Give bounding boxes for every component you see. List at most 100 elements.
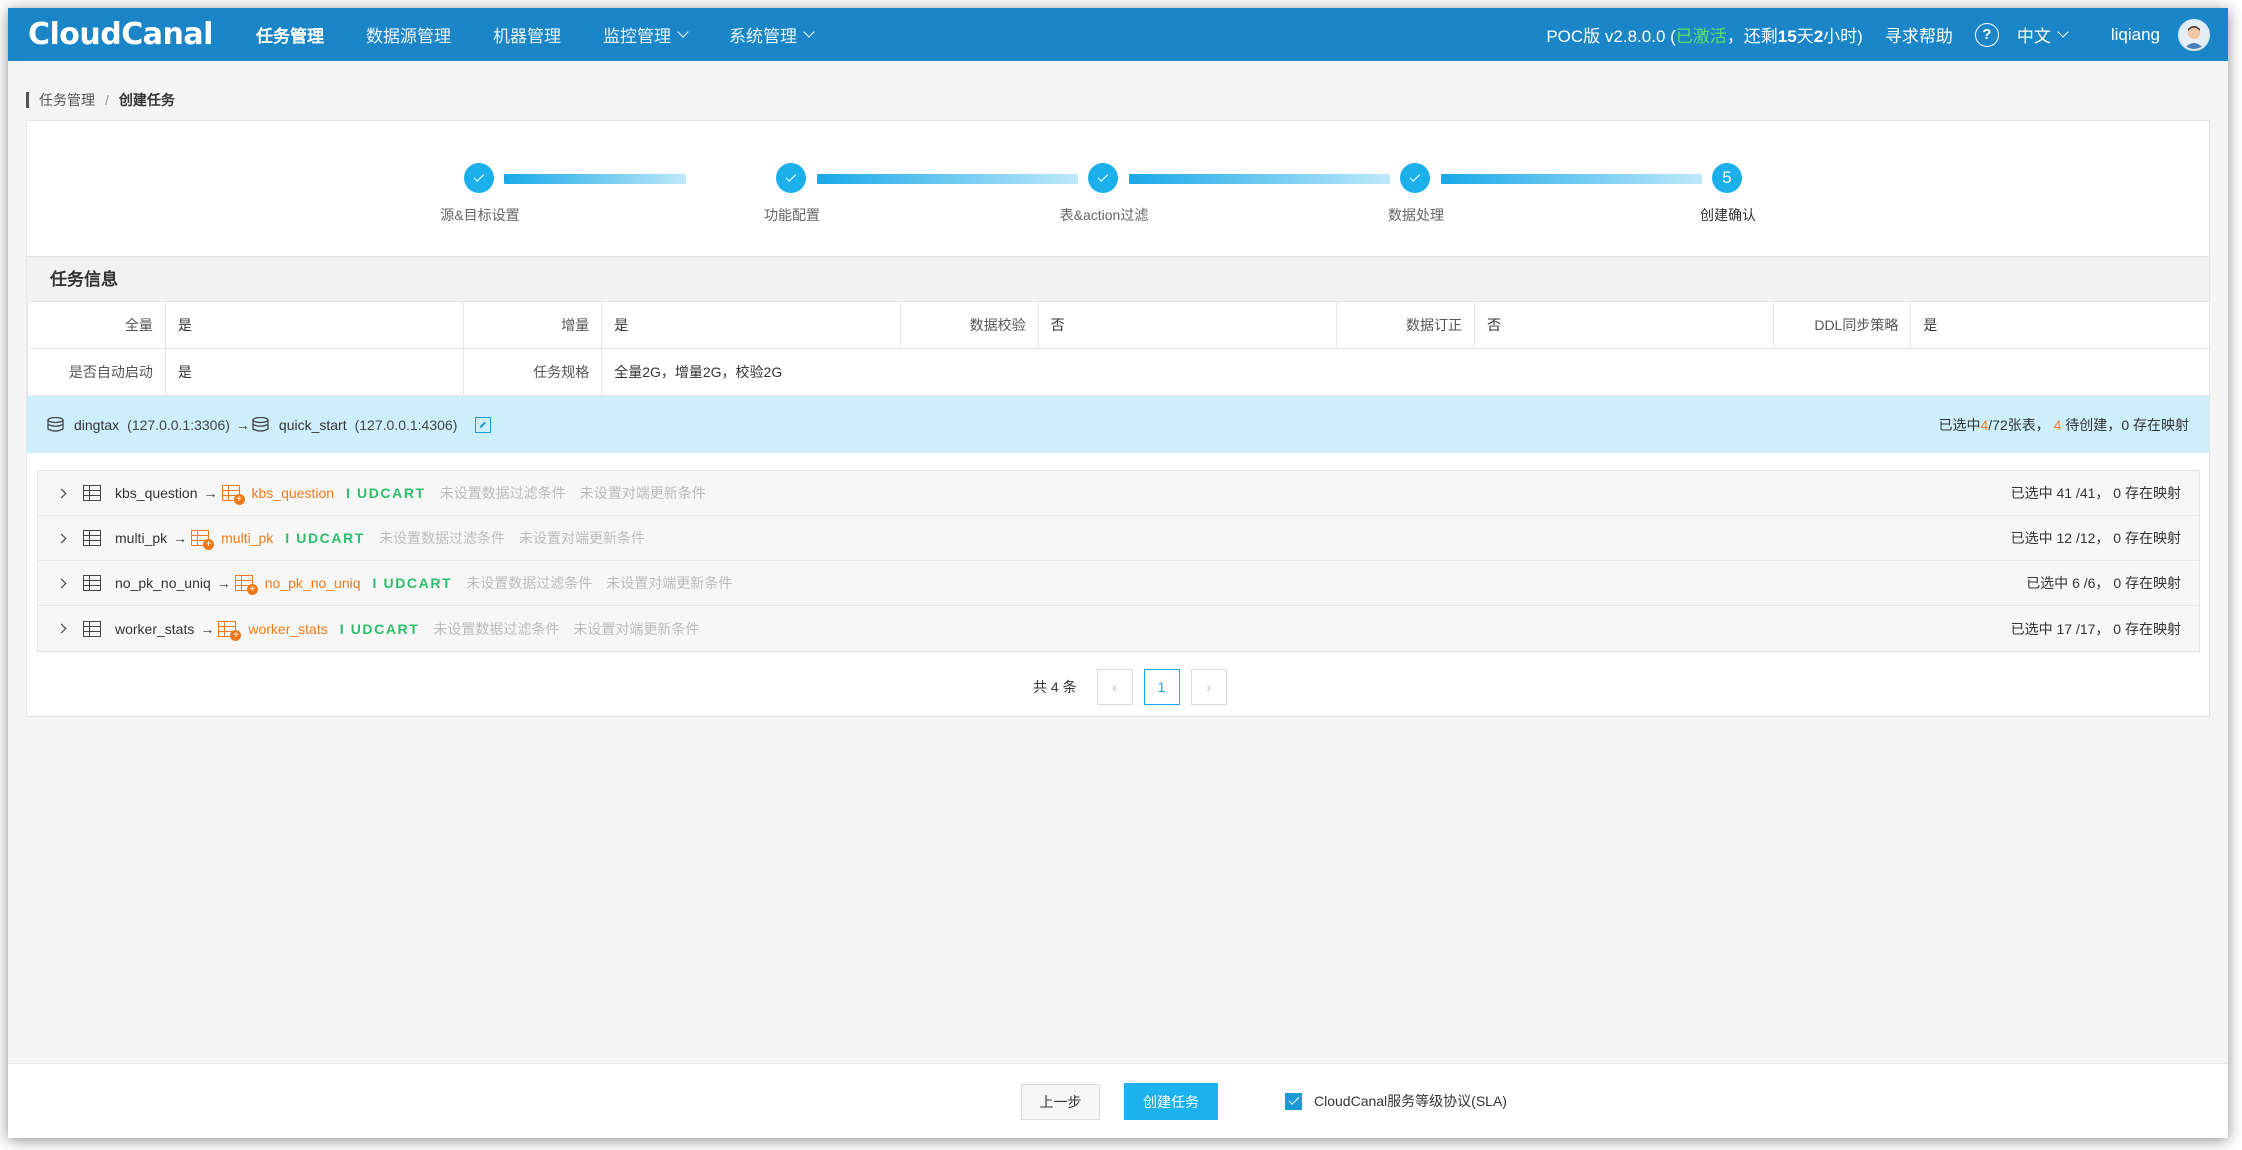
info-key-revise: 数据订正	[1336, 301, 1475, 349]
remaining-hours-unit: 小时)	[1823, 27, 1863, 46]
info-key-spec: 任务规格	[463, 348, 603, 396]
column-selection-stat: 已选中 41 /41， 0 存在映射	[2010, 485, 2181, 501]
summary-pending-text: 待创建，	[2061, 416, 2122, 433]
database-icon	[47, 417, 64, 432]
task-info-table: 全量 是 增量 是 数据校验 否 数据订正 否 DDL同步策略 是 是否自动启动…	[27, 301, 2210, 396]
question-icon[interactable]: ?	[1974, 22, 1999, 47]
filter-condition-link[interactable]: 未设置数据过滤条件	[466, 573, 592, 593]
filter-condition-link[interactable]: 未设置数据过滤条件	[433, 619, 559, 639]
step-3-label: 表&action过滤	[1059, 207, 1149, 223]
target-table-name[interactable]: kbs_question	[252, 485, 335, 501]
mapping-arrow: →	[173, 530, 188, 546]
column-selection-stat: 已选中 17 /17， 0 存在映射	[2010, 620, 2181, 637]
create-task-button[interactable]: 创建任务	[1124, 1083, 1218, 1120]
nav-system-label: 系统管理	[729, 27, 797, 46]
check-icon	[1097, 171, 1109, 182]
table-list: kbs_question → kbs_question I UDCART 未设置…	[37, 470, 2200, 652]
footer-bar: 上一步 创建任务 CloudCanal服务等级协议(SLA)	[8, 1063, 2228, 1138]
update-condition-link[interactable]: 未设置对端更新条件	[580, 483, 706, 503]
step-1-label: 源&目标设置	[440, 207, 520, 223]
info-key-incremental: 增量	[463, 301, 603, 349]
step-3-circle	[1088, 163, 1118, 193]
breadcrumb-separator: /	[105, 92, 109, 108]
sla-checkbox[interactable]	[1285, 1092, 1302, 1110]
info-key-ddl: DDL同步策略	[1772, 301, 1912, 349]
target-table-name[interactable]: multi_pk	[221, 530, 273, 546]
info-value-incremental: 是	[601, 301, 901, 349]
action-flags[interactable]: I UDCART	[373, 575, 453, 591]
version-remaining-label: ，还剩	[1726, 27, 1778, 46]
info-value-revise: 否	[1473, 301, 1774, 349]
expand-chevron-icon[interactable]	[56, 488, 67, 498]
summary-prefix: 已选中	[1938, 416, 1981, 433]
user-avatar-icon	[2184, 25, 2204, 49]
action-flags[interactable]: I UDCART	[340, 621, 420, 637]
summary-mapped: 0 存在映射	[2121, 416, 2189, 433]
cloudcanal-logo[interactable]: CloudCanal	[28, 17, 235, 52]
task-info-row: 是否自动启动 是 任务规格 全量2G，增量2G，校验2G	[27, 348, 2210, 396]
update-condition-link[interactable]: 未设置对端更新条件	[519, 528, 645, 548]
prev-page-button[interactable]: ‹	[1096, 669, 1133, 705]
column-selection-stat: 已选中 6 /6， 0 存在映射	[2026, 575, 2181, 591]
target-db-addr: (127.0.0.1:4306)	[354, 416, 458, 433]
step-5-circle: 5	[1712, 163, 1742, 193]
page-1-button[interactable]: 1	[1143, 669, 1180, 705]
sla-label[interactable]: CloudCanal服务等级协议(SLA)	[1314, 1091, 1507, 1111]
expand-chevron-icon[interactable]	[56, 578, 67, 588]
info-value-verify: 否	[1037, 301, 1338, 349]
step-5-label: 创建确认	[1700, 207, 1756, 223]
previous-step-button[interactable]: 上一步	[1021, 1084, 1100, 1120]
target-table-name[interactable]: worker_stats	[248, 621, 327, 637]
create-task-card: 5 源&目标设置 功能配置 表&action过滤 数据处理 创建确认 任务信息 …	[26, 120, 2210, 717]
nav-system-management[interactable]: 系统管理	[708, 8, 834, 61]
update-condition-link[interactable]: 未设置对端更新条件	[606, 573, 732, 593]
pagination: 共 4 条 ‹ 1 ›	[1033, 669, 1227, 705]
table-row: worker_stats → worker_stats I UDCART 未设置…	[38, 606, 2199, 651]
step-2-circle	[776, 163, 806, 193]
next-page-button[interactable]: ›	[1190, 669, 1227, 705]
username[interactable]: liqiang	[2111, 25, 2160, 45]
app-window: CloudCanal 任务管理 数据源管理 机器管理 监控管理 系统管理 POC…	[8, 8, 2228, 1138]
source-table-name: worker_stats	[115, 620, 195, 637]
breadcrumb-current: 创建任务	[118, 92, 175, 108]
version-info: POC版 v2.8.0.0 (已激活，还剩15天2小时)	[1546, 22, 1863, 47]
source-table-name: no_pk_no_uniq	[115, 575, 211, 591]
chevron-down-icon	[2057, 26, 2069, 38]
avatar[interactable]	[2178, 18, 2210, 51]
action-flags[interactable]: I UDCART	[285, 530, 365, 546]
target-db-name: quick_start	[278, 416, 347, 433]
filter-condition-link[interactable]: 未设置数据过滤条件	[440, 483, 566, 503]
target-table-name[interactable]: no_pk_no_uniq	[265, 575, 361, 591]
step-line-3	[1129, 174, 1390, 184]
info-key-verify: 数据校验	[899, 301, 1039, 349]
nav-monitor-label: 监控管理	[603, 27, 671, 46]
help-link[interactable]: 寻求帮助	[1885, 22, 1953, 47]
mapping-arrow: →	[203, 485, 218, 501]
header-right: POC版 v2.8.0.0 (已激活，还剩15天2小时) 寻求帮助 ? 中文 l…	[1546, 18, 2228, 51]
edit-mapping-icon[interactable]	[475, 416, 492, 433]
column-selection-stat: 已选中 12 /12， 0 存在映射	[2010, 530, 2181, 546]
database-icon	[252, 417, 269, 432]
chevron-down-icon	[677, 26, 689, 38]
filter-condition-link[interactable]: 未设置数据过滤条件	[379, 528, 505, 548]
remaining-hours: 2	[1813, 27, 1824, 46]
source-table-name: multi_pk	[115, 530, 168, 546]
top-navbar: CloudCanal 任务管理 数据源管理 机器管理 监控管理 系统管理 POC…	[8, 8, 2228, 61]
activation-status: 已激活	[1675, 27, 1727, 46]
expand-chevron-icon[interactable]	[56, 533, 67, 543]
step-4-circle	[1400, 163, 1430, 193]
nav-datasource-management[interactable]: 数据源管理	[345, 8, 472, 61]
update-condition-link[interactable]: 未设置对端更新条件	[573, 619, 699, 639]
nav-task-management[interactable]: 任务管理	[235, 8, 345, 61]
nav-monitor-management[interactable]: 监控管理	[582, 8, 708, 61]
language-dropdown[interactable]: 中文	[2017, 22, 2069, 47]
check-icon	[785, 171, 797, 182]
info-key-autostart: 是否自动启动	[27, 348, 166, 396]
check-icon	[473, 171, 485, 182]
breadcrumb: 任务管理 / 创建任务	[26, 90, 175, 110]
action-flags[interactable]: I UDCART	[346, 485, 426, 501]
breadcrumb-parent[interactable]: 任务管理	[39, 90, 95, 110]
expand-chevron-icon[interactable]	[56, 623, 67, 634]
source-table-name: kbs_question	[115, 485, 198, 501]
nav-machine-management[interactable]: 机器管理	[472, 8, 582, 61]
